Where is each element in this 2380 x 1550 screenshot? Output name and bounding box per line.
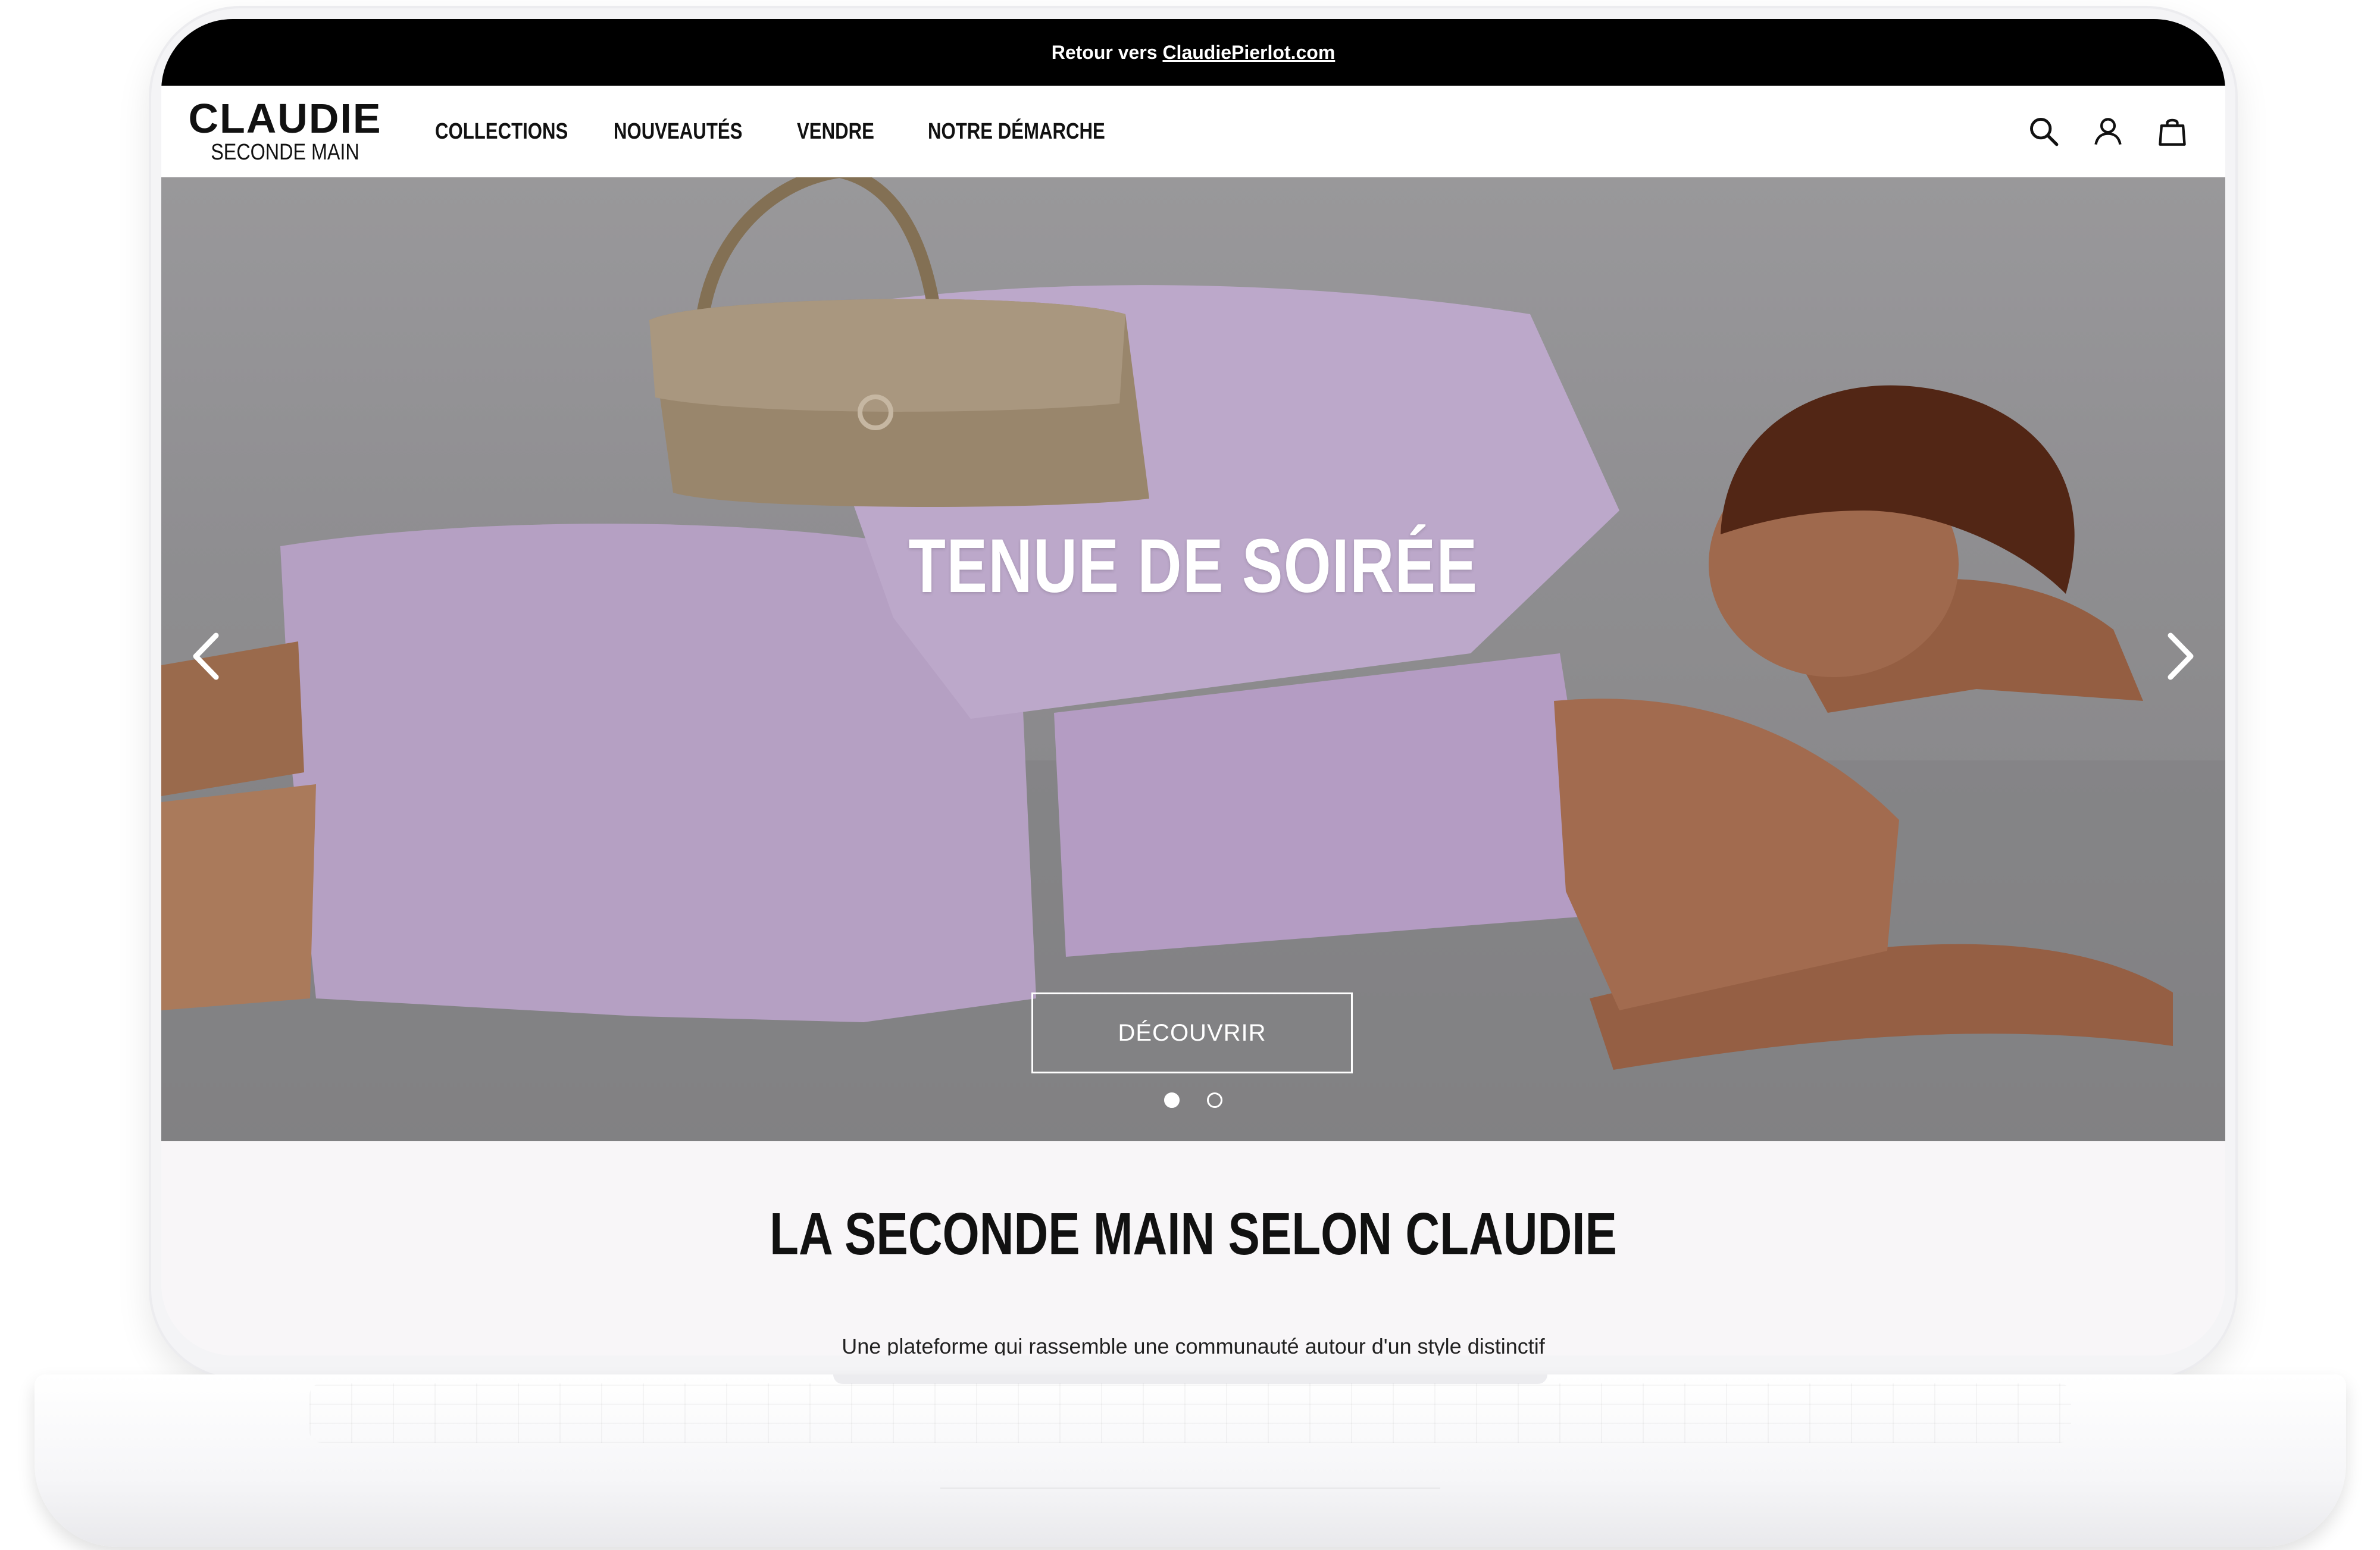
hero-carousel: TENUE DE SOIRÉE DÉCOUVRIR xyxy=(161,177,2225,1141)
logo[interactable]: CLAUDIE SECONDE MAIN xyxy=(187,98,383,165)
browser-screen: Retour vers ClaudiePierlot.com CLAUDIE S… xyxy=(161,19,2225,1355)
search-icon[interactable] xyxy=(2026,114,2061,149)
nav-item-nouveautes[interactable]: NOUVEAUTÉS xyxy=(614,119,742,145)
section-title: LA SECONDE MAIN SELON CLAUDIE xyxy=(770,1201,1617,1267)
nav-item-collections[interactable]: COLLECTIONS xyxy=(435,119,568,145)
laptop-keyboard xyxy=(309,1383,2071,1443)
bag-icon[interactable] xyxy=(2155,114,2190,149)
nav-item-notre-demarche[interactable]: NOTRE DÉMARCHE xyxy=(928,119,1105,145)
announcement-link[interactable]: ClaudiePierlot.com xyxy=(1162,42,1335,63)
chevron-right-icon[interactable] xyxy=(2160,630,2201,683)
nav-item-vendre[interactable]: VENDRE xyxy=(797,119,874,145)
chevron-left-icon[interactable] xyxy=(185,630,227,683)
logo-wordmark: CLAUDIE xyxy=(188,95,382,142)
account-icon[interactable] xyxy=(2091,114,2125,149)
carousel-dots xyxy=(161,1092,2225,1111)
main-nav: COLLECTIONS NOUVEAUTÉS VENDRE NOTRE DÉMA… xyxy=(435,86,1191,177)
section-subtitle: Une plateforme qui rassemble une communa… xyxy=(842,1334,1545,1355)
laptop-hinge xyxy=(833,1374,1547,1384)
hero-title: TENUE DE SOIRÉE xyxy=(908,524,1478,609)
laptop-trackpad xyxy=(940,1440,1440,1489)
carousel-dot-1[interactable] xyxy=(1164,1092,1180,1108)
logo-subtitle: SECONDE MAIN xyxy=(211,140,359,165)
site-header: CLAUDIE SECONDE MAIN COLLECTIONS NOUVEAU… xyxy=(161,86,2225,178)
announcement-bar: Retour vers ClaudiePierlot.com xyxy=(161,19,2225,86)
announcement-text: Retour vers xyxy=(1051,42,1163,63)
carousel-dot-2[interactable] xyxy=(1207,1092,1223,1108)
discover-button[interactable]: DÉCOUVRIR xyxy=(1031,992,1353,1073)
header-icons xyxy=(2026,114,2190,149)
